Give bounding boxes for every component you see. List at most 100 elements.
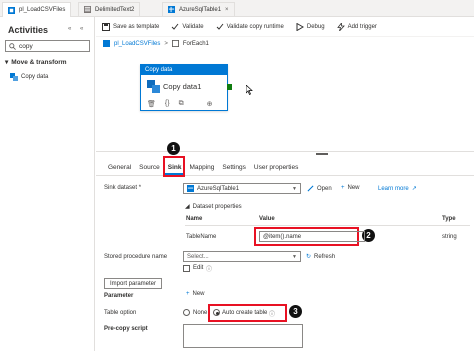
radio-none-label: None [193,310,208,316]
tab-mapping[interactable]: Mapping [185,162,218,175]
tab-source[interactable]: Source [135,162,164,175]
document-tab-bar: pl_LoadCSVFiles DelimitedText2 AzureSqlT… [0,0,474,17]
dataset-icon [84,6,91,13]
parameter-name-cell: TableName [186,234,217,240]
collapse-all-icon[interactable]: « [68,26,71,32]
activity-success-handle[interactable] [227,84,232,90]
refresh-button[interactable]: ↻ Refresh [306,253,336,261]
tab-azuresqltable1[interactable]: AzureSqlTable1 × [162,2,235,16]
chevron-down-icon: ▾ [5,59,9,66]
table-option-label: Table option [104,310,137,316]
refresh-icon: ↻ [306,254,312,260]
foreach-icon [171,40,179,47]
activity-name: Copy data1 [163,82,202,91]
new-parameter-button[interactable]: + New [186,291,205,297]
info-icon: ⓘ [206,267,213,273]
table-header-divider [185,225,470,226]
import-parameter-button[interactable]: Import parameter [104,278,162,289]
activity-label: Copy data [21,74,49,80]
activity-copy-data[interactable]: Copy data [10,73,48,81]
sink-dataset-value: AzureSqlTable1 [197,185,240,192]
tab-delimitedtext2[interactable]: DelimitedText2 [78,2,141,16]
resize-handle[interactable] [316,153,328,155]
radio-none[interactable] [183,309,190,316]
collapse-panel-icon[interactable]: « [80,26,83,32]
play-icon [296,22,304,31]
stored-procedure-select[interactable]: Select... ▼ [183,251,301,262]
property-tabs: General Source Sink Mapping Settings Use… [104,162,302,175]
activity-toolbar: 🗑 {} ⧉ ⊕ [147,100,212,108]
checkmark-icon [216,23,223,30]
tablename-value: @item().name [263,233,302,240]
dataset-properties-label: Dataset properties [192,203,242,210]
delete-icon[interactable]: 🗑 [147,100,156,108]
copy-data-activity-node[interactable]: Copy data Copy data1 🗑 {} ⧉ ⊕ [140,64,228,111]
save-template-label: Save as template [113,23,160,30]
table-icon [168,6,175,13]
add-trigger-button[interactable]: Add trigger [331,17,383,37]
group-label: Move & transform [11,58,67,66]
column-header-value: Value [259,216,275,222]
chevron-down-icon: ▼ [292,254,297,260]
sink-dataset-select[interactable]: AzureSqlTable1 ▼ [183,183,301,194]
tab-label: AzureSqlTable1 [179,6,222,13]
save-as-template-button[interactable]: Save as template [96,17,165,37]
checkmark-icon [172,23,179,30]
mouse-pointer-icon [246,85,253,95]
copy-data-icon [10,73,18,81]
breadcrumb-pipeline-link[interactable]: pl_LoadCSVFiles [114,41,160,47]
group-move-transform[interactable]: ▾ Move & transform [5,58,67,67]
debug-button[interactable]: Debug [290,17,331,37]
external-link-icon: ↗ [411,186,417,192]
refresh-label: Refresh [314,253,336,260]
new-dataset-button[interactable]: + New [341,185,360,191]
radio-auto-create-table[interactable] [213,309,220,316]
add-trigger-label: Add trigger [347,23,377,30]
pre-copy-script-input[interactable] [183,324,303,348]
new-label: New [347,185,360,191]
parameter-label: Parameter [104,293,134,299]
callout-badge-1: 1 [167,142,180,155]
tab-settings[interactable]: Settings [218,162,250,175]
plus-icon: + [341,185,345,191]
tab-general[interactable]: General [104,162,135,175]
search-icon [9,42,16,50]
pipeline-toolbar: Save as template Validate Validate copy … [96,17,474,37]
breadcrumb-current: ForEach1 [182,40,209,47]
open-dataset-button[interactable]: Open [307,185,332,192]
save-template-icon [102,22,110,31]
copy-icon[interactable]: ⧉ [179,100,184,108]
dataset-properties-toggle[interactable]: ◢ Dataset properties [185,203,242,211]
radio-auto-create-label: Auto create table [222,310,268,316]
sink-dataset-label: Sink dataset * [104,185,142,191]
breadcrumb-separator: > [164,40,168,47]
activity-type-header: Copy data [141,65,227,75]
chevron-down-icon: ▼ [292,186,297,192]
learn-more-link[interactable]: Learn more ↗ [378,185,417,193]
info-icon: ⓘ [269,312,276,318]
sink-tab-highlight [163,156,185,177]
column-header-name: Name [186,216,203,222]
pipeline-icon [8,6,15,14]
code-icon[interactable]: {} [165,100,170,108]
add-output-icon[interactable]: ⊕ [207,100,213,108]
validate-copy-runtime-button[interactable]: Validate copy runtime [210,17,290,37]
activities-panel: Activities « « copy ▾ Move & transform C… [0,17,95,351]
edit-checkbox[interactable] [183,265,190,272]
plus-icon: + [186,291,190,297]
close-tab-icon[interactable]: × [225,7,229,13]
new-parameter-label: New [192,291,205,297]
tab-user-properties[interactable]: User properties [250,162,302,175]
tabs-divider [96,175,474,176]
tab-pl-loadcsvfiles[interactable]: pl_LoadCSVFiles [2,2,72,17]
parameter-type-cell: string [442,234,457,240]
tablename-value-input[interactable]: @item().name [259,231,365,242]
activities-search-input[interactable]: copy [5,40,90,52]
validate-label: Validate [182,23,204,30]
panel-splitter[interactable] [96,151,474,152]
validate-button[interactable]: Validate [165,17,209,37]
breadcrumb: pl_LoadCSVFiles > ForEach1 [103,40,209,47]
stored-procedure-label: Stored procedure name [104,254,168,260]
caret-down-icon: ◢ [185,204,190,210]
open-label: Open [317,185,332,192]
